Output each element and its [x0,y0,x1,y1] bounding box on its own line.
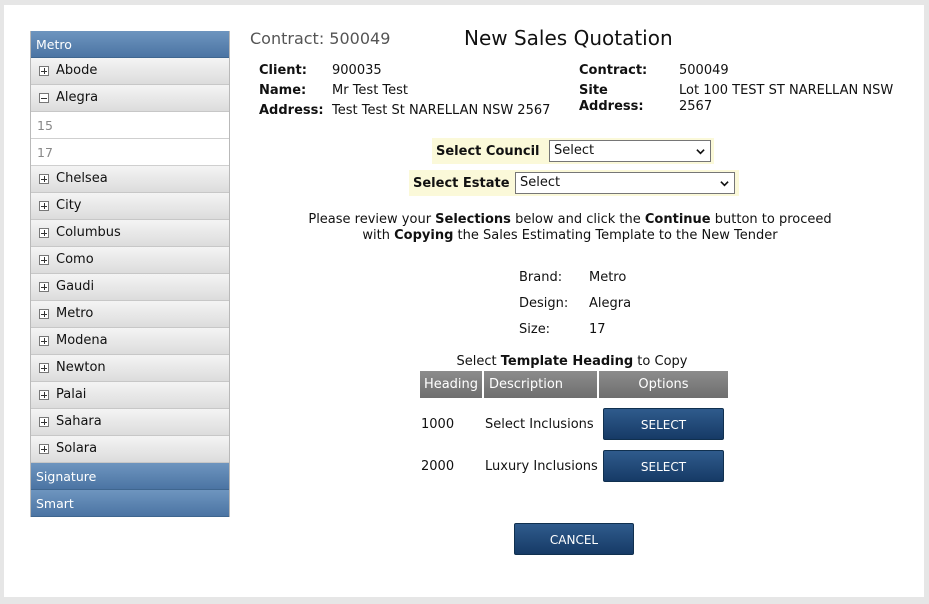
expand-icon[interactable] [39,228,49,238]
template-title: Select Template Heading to Copy [456,354,688,369]
estate-select[interactable]: Select [515,172,735,194]
client-value: 900035 [332,63,382,78]
design-label: Newton [56,360,106,375]
contract-value: 500049 [679,63,729,78]
expand-icon[interactable] [39,336,49,346]
client-label: Client: [259,63,307,78]
design-columbus[interactable]: Columbus [31,220,229,247]
row-description: Select Inclusions [485,417,594,432]
brand-value: Metro [589,270,627,285]
design-solara[interactable]: Solara [31,436,229,463]
brand-smart[interactable]: Smart [31,490,229,517]
design-label: Metro [56,306,94,321]
design-modena[interactable]: Modena [31,328,229,355]
expand-icon[interactable] [39,66,49,76]
design-label: Alegra [56,90,99,105]
address-value: Test Test St NARELLAN NSW 2567 [332,103,551,118]
design-newton[interactable]: Newton [31,355,229,382]
design-label: Columbus [56,225,121,240]
estate-row: Select Estate Select [409,170,739,196]
site-address-line1: Lot 100 TEST ST NARELLAN NSW [679,83,894,98]
site-address-line2: 2567 [679,99,713,114]
design-gaudi[interactable]: Gaudi [31,274,229,301]
col-description: Description [484,371,597,398]
size-17[interactable]: 17 [31,139,229,166]
name-value: Mr Test Test [332,83,409,98]
expand-icon[interactable] [39,417,49,427]
collapse-icon[interactable] [39,93,49,103]
brand-metro[interactable]: Metro [31,31,229,58]
design-sahara[interactable]: Sahara [31,409,229,436]
design-summary-value: Alegra [589,296,632,311]
design-alegra[interactable]: Alegra [31,85,229,112]
chevron-down-icon [720,181,729,187]
council-select-value: Select [554,143,595,158]
design-summary-label: Design: [519,296,569,311]
design-metro[interactable]: Metro [31,301,229,328]
design-como[interactable]: Como [31,247,229,274]
design-label: Abode [56,63,98,78]
select-button-2000[interactable]: SELECT [603,450,724,482]
client-info: Client: 900035 Name: Mr Test Test Addres… [259,63,559,123]
contract-title: Contract: 500049 [250,29,391,48]
design-city[interactable]: City [31,193,229,220]
council-row: Select Council Select [432,138,714,164]
select-button-1000[interactable]: SELECT [603,408,724,440]
expand-icon[interactable] [39,201,49,211]
size-15[interactable]: 15 [31,112,229,139]
design-label: Como [56,252,94,267]
cancel-button[interactable]: CANCEL [514,523,634,555]
design-chelsea[interactable]: Chelsea [31,166,229,193]
site-label-2: Address: [579,99,644,114]
expand-icon[interactable] [39,309,49,319]
design-label: Gaudi [56,279,95,294]
name-label: Name: [259,83,307,98]
design-label: Sahara [56,414,102,429]
design-palai[interactable]: Palai [31,382,229,409]
col-heading: Heading [420,371,482,398]
address-label: Address: [259,103,324,118]
estate-label: Select Estate [413,176,510,191]
brand-signature[interactable]: Signature [31,463,229,490]
row-heading: 1000 [421,417,455,432]
brand-tree: Metro Abode Alegra 15 17 Chelsea City Co… [30,31,230,517]
design-label: Palai [56,387,87,402]
brand-label: Brand: [519,270,563,285]
expand-icon[interactable] [39,282,49,292]
council-label: Select Council [436,144,540,159]
col-options: Options [599,371,728,398]
size-value: 17 [589,322,606,337]
site-label: Site [579,83,608,98]
expand-icon[interactable] [39,390,49,400]
design-label: Modena [56,333,108,348]
page-title: New Sales Quotation [464,26,673,50]
estate-select-value: Select [520,175,561,190]
instruction-text: Please review your Selections below and … [308,212,832,243]
design-label: City [56,198,82,213]
row-heading: 2000 [421,459,455,474]
design-label: Chelsea [56,171,108,186]
expand-icon[interactable] [39,363,49,373]
size-label: Size: [519,322,551,337]
row-description: Luxury Inclusions [485,459,598,474]
expand-icon[interactable] [39,255,49,265]
design-abode[interactable]: Abode [31,58,229,85]
expand-icon[interactable] [39,174,49,184]
design-label: Solara [56,441,98,456]
council-select[interactable]: Select [549,140,711,162]
contract-info: Contract: 500049 Site Address: Lot 100 T… [579,63,899,123]
expand-icon[interactable] [39,444,49,454]
contract-label: Contract: [579,63,648,78]
chevron-down-icon [696,149,705,155]
